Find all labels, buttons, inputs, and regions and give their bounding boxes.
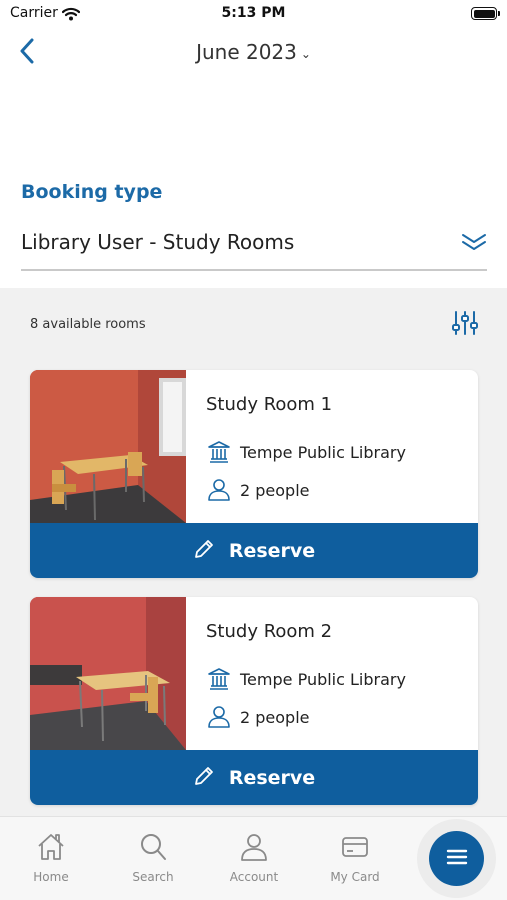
room-location: Tempe Public Library <box>206 439 406 465</box>
booking-type-label: Booking type <box>21 181 163 203</box>
reserve-button[interactable]: Reserve <box>30 523 478 578</box>
room-capacity-label: 2 people <box>240 707 310 727</box>
room-capacity-label: 2 people <box>240 480 310 500</box>
booking-type-select[interactable]: Library User - Study Rooms <box>21 222 487 271</box>
room-name: Study Room 2 <box>206 621 333 642</box>
card-icon <box>315 831 395 863</box>
library-building-icon <box>206 666 232 692</box>
room-info: Study Room 2 Tempe Public Library 2 peop… <box>186 597 478 750</box>
room-name: Study Room 1 <box>206 394 333 415</box>
pencil-icon <box>193 538 215 564</box>
room-info: Study Room 1 Tempe Public Library 2 peop… <box>186 370 478 523</box>
room-photo <box>30 370 186 523</box>
status-time: 5:13 PM <box>221 5 286 21</box>
room-capacity: 2 people <box>206 704 310 730</box>
tab-account-label: Account <box>229 870 279 884</box>
menu-icon <box>446 848 468 870</box>
status-bar: Carrier 5:13 PM <box>0 0 507 28</box>
reserve-button[interactable]: Reserve <box>30 750 478 805</box>
sliders-icon <box>452 311 478 341</box>
chevron-down-icon: ⌄ <box>300 46 311 61</box>
person-icon <box>206 477 232 503</box>
menu-button[interactable] <box>429 831 484 886</box>
tab-search[interactable]: Search <box>113 831 193 884</box>
reserve-label: Reserve <box>228 766 316 789</box>
room-photo <box>30 597 186 750</box>
room-card[interactable]: Study Room 1 Tempe Public Library 2 peop… <box>30 370 478 578</box>
tab-search-label: Search <box>132 870 174 884</box>
search-icon <box>113 831 193 863</box>
tab-my-card[interactable]: My Card <box>315 831 395 884</box>
tab-account[interactable]: Account <box>214 831 294 884</box>
room-location-label: Tempe Public Library <box>240 669 406 689</box>
battery-icon <box>471 7 500 20</box>
home-icon <box>11 831 91 863</box>
month-label: June 2023 <box>196 40 297 64</box>
rooms-count: 8 available rooms <box>30 317 146 332</box>
nav-header: June 2023 ⌄ <box>0 30 507 76</box>
room-card[interactable]: Study Room 2 Tempe Public Library 2 peop… <box>30 597 478 805</box>
library-building-icon <box>206 439 232 465</box>
person-icon <box>206 704 232 730</box>
pencil-icon <box>193 765 215 791</box>
tab-home-label: Home <box>33 870 69 884</box>
room-location-label: Tempe Public Library <box>240 442 406 462</box>
room-capacity: 2 people <box>206 477 310 503</box>
booking-type-value: Library User - Study Rooms <box>21 230 295 254</box>
double-chevron-down-icon <box>461 232 487 256</box>
tab-my-card-label: My Card <box>330 870 380 884</box>
person-icon <box>214 831 294 863</box>
rooms-list: 8 available rooms Study Room 1 Tempe Pub… <box>0 288 507 816</box>
tab-home[interactable]: Home <box>11 831 91 884</box>
month-picker[interactable]: June 2023 ⌄ <box>0 40 507 64</box>
reserve-label: Reserve <box>228 539 316 562</box>
filter-button[interactable] <box>452 309 478 337</box>
room-location: Tempe Public Library <box>206 666 406 692</box>
